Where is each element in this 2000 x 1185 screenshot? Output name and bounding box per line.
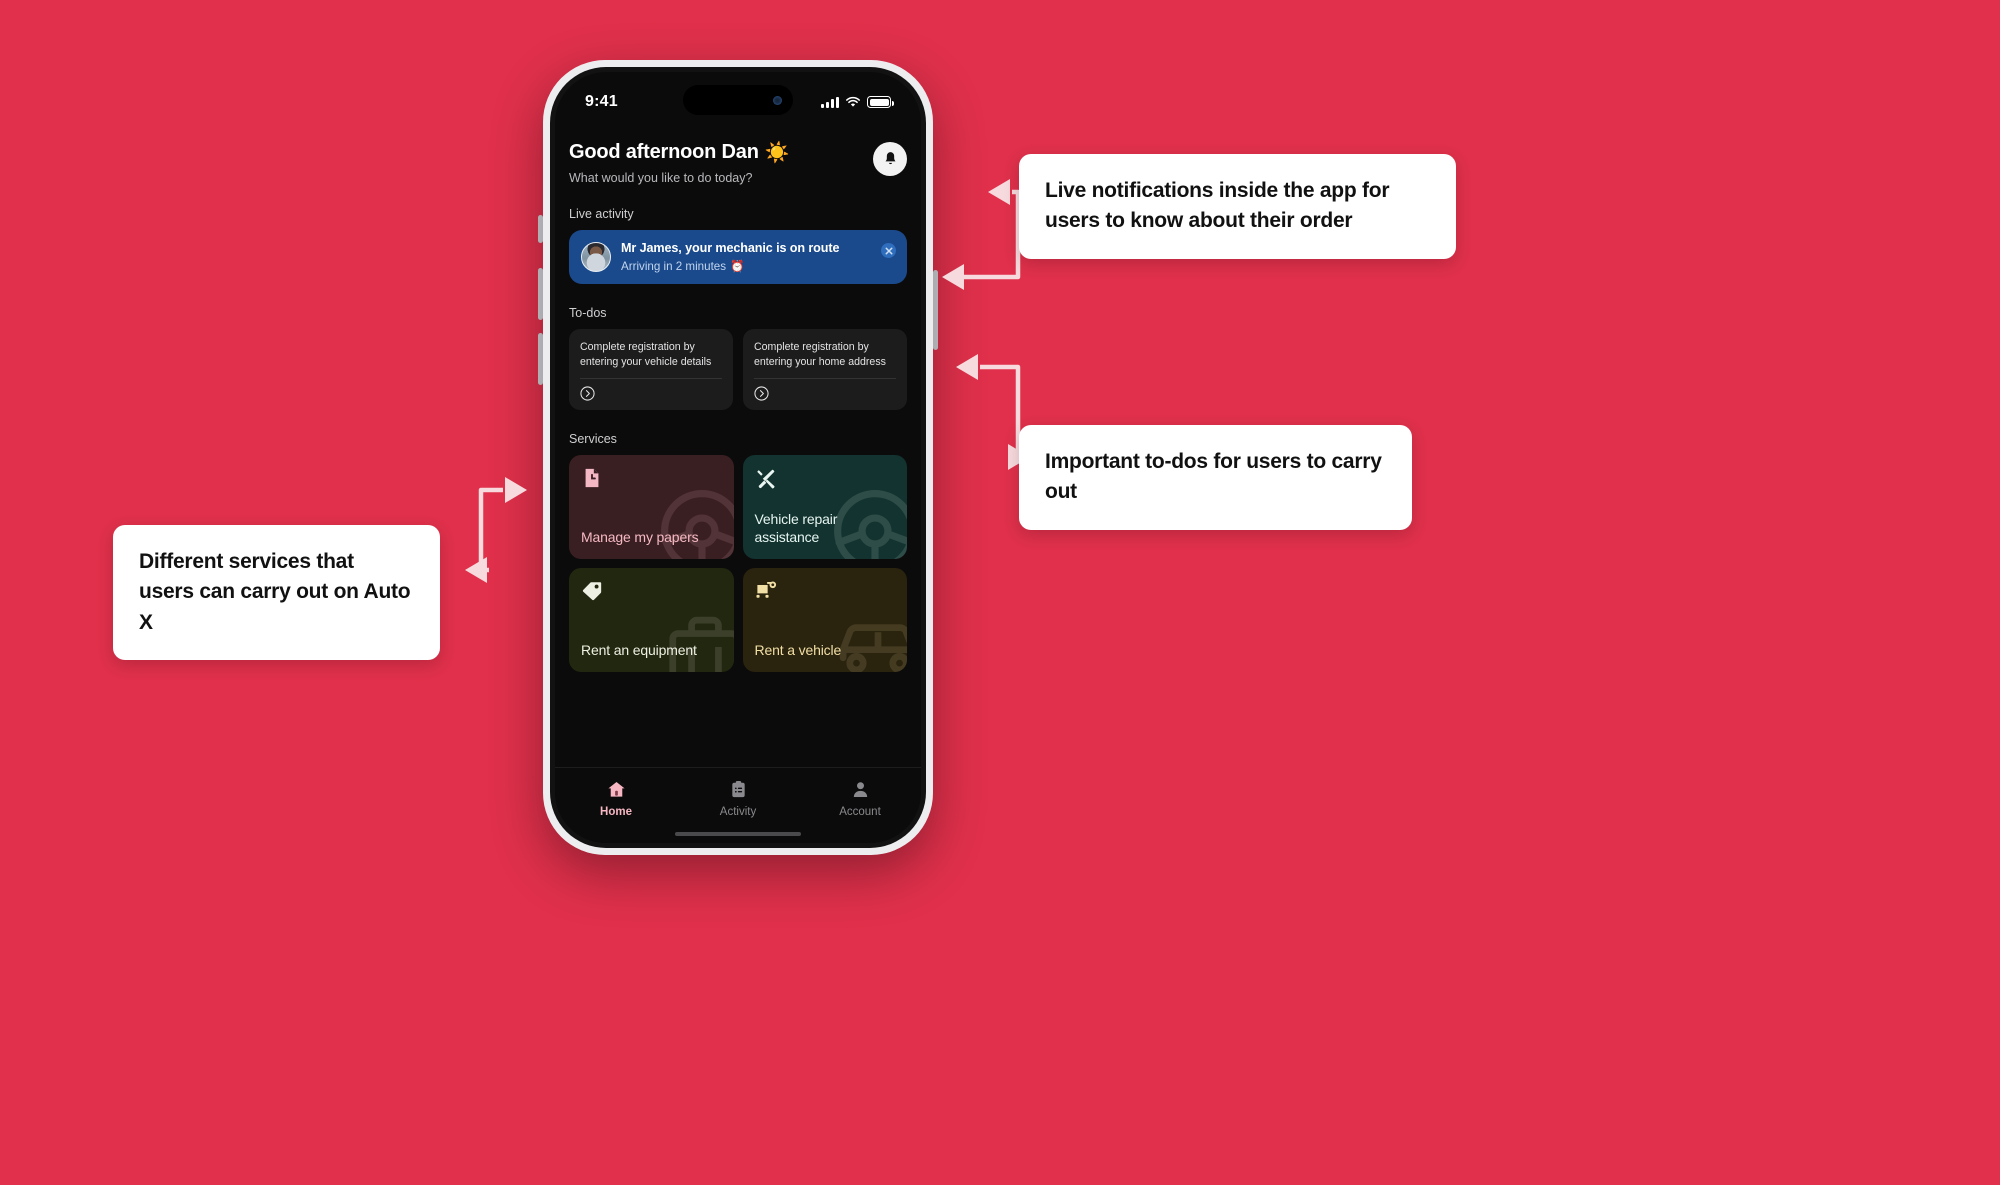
person-icon [853, 782, 867, 797]
todos-label: To-dos [569, 306, 607, 320]
bell-icon [885, 152, 895, 165]
tab-label: Home [600, 806, 632, 818]
service-title: Rent a vehicle [754, 642, 842, 659]
annotation-services: Different services that users can carry … [113, 525, 440, 661]
home-indicator [675, 831, 801, 836]
sun-icon: ☀️ [764, 142, 790, 164]
chevron-right-circle-icon[interactable] [580, 386, 595, 401]
annotation-notifications: Live notifications inside the app for us… [1019, 154, 1456, 259]
battery-icon [867, 96, 894, 108]
page-title: Good afternoon Dan ☀️ [569, 140, 790, 165]
todos-grid: Complete registration by entering your v… [569, 329, 907, 411]
dynamic-island [683, 85, 793, 115]
service-title: Manage my papers [581, 529, 699, 546]
service-card-manage-papers[interactable]: Manage my papers [569, 455, 734, 560]
live-activity-subtitle: Arriving in 2 minutes ⏰ [621, 259, 839, 274]
chevron-right-circle-icon[interactable] [754, 386, 769, 401]
bus-icon [755, 581, 776, 598]
tab-label: Account [839, 806, 881, 818]
tab-label: Activity [719, 806, 757, 818]
home-icon [607, 782, 625, 797]
alarm-clock-icon: ⏰ [730, 260, 745, 273]
greeting-subtitle: What would you like to do today? [569, 171, 753, 185]
greeting-text: Good afternoon Dan [569, 141, 759, 163]
services-grid: Manage my papers Vehicle repair assistan… [569, 455, 907, 673]
phone-mockup: 9:41 Good afternoon Dan ☀️ What would yo… [543, 60, 933, 855]
live-activity-card[interactable]: Mr James, your mechanic is on route Arri… [569, 230, 907, 284]
car-icon [839, 624, 907, 673]
tools-icon [756, 469, 775, 489]
tag-icon [582, 582, 602, 601]
service-title: Rent an equipment [581, 642, 697, 659]
dismiss-live-activity-button[interactable] [881, 243, 896, 258]
live-activity-subtitle-text: Arriving in 2 minutes [621, 259, 727, 273]
service-card-rent-vehicle[interactable]: Rent a vehicle [742, 568, 907, 673]
app-content: Good afternoon Dan ☀️ What would you lik… [555, 126, 921, 673]
status-bar-indicators [821, 96, 894, 108]
toolbox-icon [668, 616, 734, 673]
phone-bezel: 9:41 Good afternoon Dan ☀️ What would yo… [550, 67, 926, 848]
live-activity-title: Mr James, your mechanic is on route [621, 241, 840, 255]
phone-power-button[interactable] [933, 270, 938, 350]
todo-text: Complete registration by entering your h… [754, 341, 886, 368]
wifi-icon [846, 96, 860, 107]
annotation-todos: Important to-dos for users to carry out [1019, 425, 1412, 530]
service-title: Vehicle repair assistance [754, 511, 838, 546]
todo-card[interactable]: Complete registration by entering your h… [743, 329, 907, 411]
close-icon [885, 247, 892, 254]
document-clock-icon [585, 469, 599, 488]
steering-wheel-icon [660, 490, 734, 560]
bottom-tab-bar: Home Activity Account [555, 767, 921, 843]
services-label: Services [569, 432, 617, 447]
tab-account[interactable]: Account [799, 780, 921, 818]
live-activity-label: Live activity [569, 207, 634, 221]
divider [580, 378, 722, 380]
front-camera-icon [773, 95, 782, 105]
live-activity-text: Mr James, your mechanic is on route Arri… [621, 241, 839, 273]
greeting-row: Good afternoon Dan ☀️ What would you lik… [569, 126, 907, 185]
todo-text: Complete registration by entering your v… [580, 341, 712, 368]
notifications-button[interactable] [873, 142, 907, 176]
cellular-signal-icon [821, 96, 839, 108]
tab-activity[interactable]: Activity [677, 780, 799, 818]
divider [754, 378, 896, 380]
todo-card[interactable]: Complete registration by entering your v… [569, 329, 733, 411]
status-bar: 9:41 [555, 72, 921, 126]
service-card-rent-equipment[interactable]: Rent an equipment [569, 568, 734, 673]
status-bar-time: 9:41 [585, 93, 618, 110]
phone-screen: 9:41 Good afternoon Dan ☀️ What would yo… [555, 72, 921, 843]
service-card-vehicle-repair[interactable]: Vehicle repair assistance [742, 455, 907, 560]
greeting-block: Good afternoon Dan ☀️ What would you lik… [569, 140, 790, 185]
clipboard-icon [731, 780, 745, 798]
avatar [581, 242, 611, 272]
tab-home[interactable]: Home [555, 780, 677, 818]
